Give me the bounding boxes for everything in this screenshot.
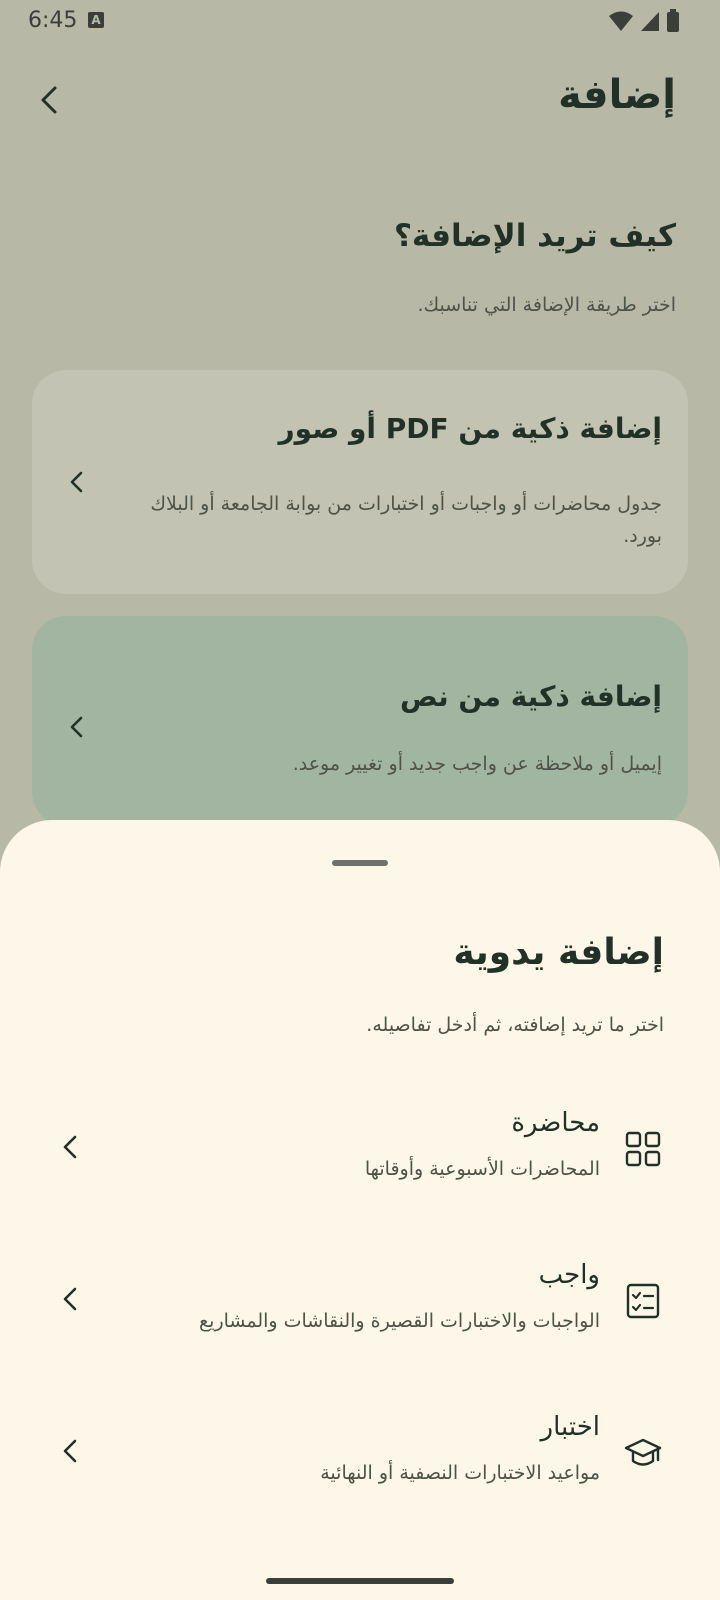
option-title: اختبار — [540, 1412, 600, 1442]
option-description: مواعيد الاختبارات النصفية أو النهائية — [320, 1462, 600, 1484]
option-title: واجب — [538, 1260, 600, 1290]
chevron-left-icon — [70, 471, 83, 493]
accessibility-a-icon: A — [88, 12, 104, 28]
app-screen: 6:45 A إضافة كيف تريد الإضافة؟ اختر طريق… — [0, 0, 720, 1600]
smart-add-pdf-card[interactable]: إضافة ذكية من PDF أو صور جدول محاضرات أو… — [32, 370, 688, 594]
status-bar: 6:45 A — [0, 0, 720, 44]
chevron-left-icon — [63, 1439, 77, 1463]
grid-icon — [625, 1131, 661, 1167]
option-assignment[interactable]: واجب الواجبات والاختبارات القصيرة والنقا… — [40, 1238, 676, 1368]
section-subtitle: اختر طريقة الإضافة التي تناسبك. — [417, 294, 676, 316]
chevron-left-icon — [63, 1135, 77, 1159]
drag-handle[interactable] — [332, 860, 388, 866]
chevron-left-icon — [63, 1287, 77, 1311]
option-title: محاضرة — [511, 1108, 600, 1138]
wifi-icon — [609, 11, 633, 31]
option-lecture[interactable]: محاضرة المحاضرات الأسبوعية وأوقاتها — [40, 1086, 676, 1216]
card-description: إيميل أو ملاحظة عن واجب جديد أو تغيير مو… — [292, 753, 662, 775]
manual-add-bottom-sheet: إضافة يدوية اختر ما تريد إضافته، ثم أدخل… — [0, 820, 720, 1600]
card-title: إضافة ذكية من نص — [399, 680, 662, 713]
chevron-left-icon — [70, 716, 83, 738]
system-icons — [608, 9, 680, 33]
option-description: المحاضرات الأسبوعية وأوقاتها — [364, 1158, 600, 1180]
cellular-signal-icon — [641, 12, 659, 31]
battery-icon — [667, 9, 679, 32]
sheet-title: إضافة يدوية — [453, 932, 664, 973]
card-title: إضافة ذكية من PDF أو صور — [278, 412, 662, 445]
page-title: إضافة — [558, 72, 676, 118]
sheet-subtitle: اختر ما تريد إضافته، ثم أدخل تفاصيله. — [366, 1014, 664, 1036]
card-description: جدول محاضرات أو واجبات أو اختبارات من بو… — [150, 493, 662, 547]
status-time: 6:45 — [28, 8, 78, 33]
top-app-bar: إضافة — [0, 60, 720, 140]
graduation-cap-icon — [624, 1438, 662, 1466]
option-exam[interactable]: اختبار مواعيد الاختبارات النصفية أو النه… — [40, 1390, 676, 1520]
checklist-icon — [626, 1283, 660, 1319]
back-button[interactable] — [28, 78, 72, 122]
chevron-left-icon — [41, 86, 57, 114]
section-title: كيف تريد الإضافة؟ — [393, 218, 676, 254]
home-gesture-indicator[interactable] — [266, 1578, 454, 1584]
option-description: الواجبات والاختبارات القصيرة والنقاشات و… — [199, 1310, 600, 1332]
smart-add-text-card[interactable]: إضافة ذكية من نص إيميل أو ملاحظة عن واجب… — [32, 616, 688, 826]
